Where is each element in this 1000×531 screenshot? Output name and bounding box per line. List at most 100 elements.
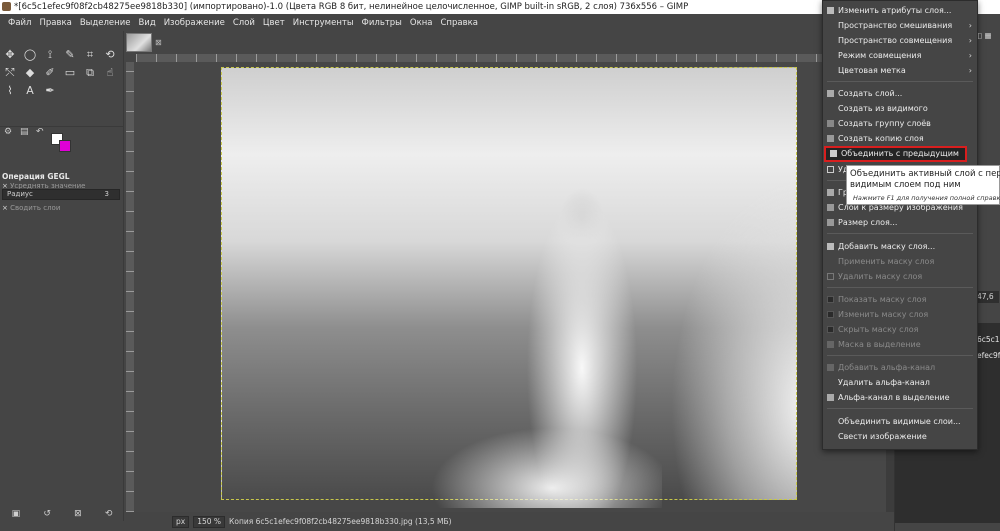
- gimp-app-icon: [2, 2, 11, 11]
- menu-item-add-layer-mask[interactable]: Добавить маску слоя...: [823, 239, 977, 254]
- menu-item-edit-layer-attributes[interactable]: Изменить атрибуты слоя...: [823, 3, 977, 18]
- menu-item-flatten-image[interactable]: Свести изображение: [823, 429, 977, 444]
- sample-merged-option[interactable]: × Сводить слои: [2, 204, 60, 212]
- menu-item-duplicate-layer[interactable]: Создать копию слоя: [823, 131, 977, 146]
- layer-name-2[interactable]: efec9f0: [977, 351, 1000, 360]
- unified-transform-icon[interactable]: ⟲: [102, 47, 118, 63]
- sample-merged-checkbox-icon[interactable]: ×: [2, 204, 8, 212]
- merge-down-icon: [830, 150, 837, 157]
- clone-icon[interactable]: ⧉: [82, 65, 98, 81]
- menu-item-edit-layer-mask[interactable]: Изменить маску слоя: [823, 307, 977, 322]
- undo-history-tab-icon[interactable]: ↶: [36, 127, 44, 137]
- menu-image[interactable]: Изображение: [160, 18, 229, 28]
- delete-mask-icon: [827, 273, 834, 280]
- restore-options-icon[interactable]: ↺: [43, 509, 51, 519]
- sample-merged-label: Сводить слои: [10, 204, 61, 212]
- menu-item-delete-layer-mask[interactable]: Удалить маску слоя: [823, 269, 977, 284]
- eraser-icon[interactable]: ▭: [62, 65, 78, 81]
- tooltip-line-2: видимым слоем под ним: [850, 180, 961, 190]
- menu-item-apply-layer-mask[interactable]: Применить маску слоя: [823, 254, 977, 269]
- menu-item-remove-alpha-channel[interactable]: Удалить альфа-канал: [823, 375, 977, 390]
- reset-options-icon[interactable]: ⟲: [105, 509, 113, 519]
- submenu-arrow-icon: ›: [968, 66, 972, 75]
- menu-item-mask-to-selection[interactable]: Маска в выделение: [823, 337, 977, 352]
- menu-separator: [827, 287, 973, 288]
- duplicate-layer-icon: [827, 135, 834, 142]
- bride-figure: [432, 168, 662, 508]
- menu-item-scale-layer[interactable]: Размер слоя...: [823, 215, 977, 230]
- paths-icon[interactable]: ⌇: [2, 83, 18, 99]
- menu-item-blend-space[interactable]: Пространство смешивания ›: [823, 18, 977, 33]
- window-title: *[6c5c1efec9f08f2cb48275ee9818b330] (имп…: [14, 2, 689, 12]
- menu-item-new-from-visible[interactable]: Создать из видимого: [823, 101, 977, 116]
- vertical-ruler[interactable]: [126, 62, 134, 512]
- menu-item-new-layer-group[interactable]: Создать группу слоёв: [823, 116, 977, 131]
- save-options-icon[interactable]: ▣: [12, 509, 21, 519]
- radius-value[interactable]: 3: [105, 190, 109, 199]
- horizontal-ruler[interactable]: [136, 54, 886, 62]
- image-tab-thumbnail[interactable]: [126, 33, 152, 52]
- layer-size-icon: [827, 219, 834, 226]
- menu-layer[interactable]: Слой: [229, 18, 259, 28]
- fuzzy-select-icon[interactable]: ✎: [62, 47, 78, 63]
- toolbox-panel: ✥ ◯ ⟟ ✎ ⌗ ⟲ ⤲ ◆ ✐ ▭ ⧉ ☝ ⌇ A ✒ ⚙ ▤ ↶ Опер…: [0, 31, 124, 521]
- menu-item-add-alpha-channel[interactable]: Добавить альфа-канал: [823, 360, 977, 375]
- menu-item-composite-mode[interactable]: Режим совмещения ›: [823, 48, 977, 63]
- menu-item-show-layer-mask[interactable]: Показать маску слоя: [823, 292, 977, 307]
- crop-icon[interactable]: ⌗: [82, 47, 98, 63]
- menu-edit[interactable]: Правка: [35, 18, 75, 28]
- menu-separator: [827, 81, 973, 82]
- add-alpha-icon: [827, 364, 834, 371]
- move-tool-icon[interactable]: ✥: [2, 47, 18, 63]
- file-info-text: Копия 6c5c1efec9f08f2cb48275ee9818b330.j…: [229, 517, 452, 526]
- menu-select[interactable]: Выделение: [76, 18, 135, 28]
- menu-item-alpha-to-selection[interactable]: Альфа-канал в выделение: [823, 390, 977, 405]
- smudge-icon[interactable]: ☝: [102, 65, 118, 81]
- image-canvas[interactable]: [221, 67, 797, 508]
- menu-file[interactable]: Файл: [4, 18, 35, 28]
- warp-transform-icon[interactable]: ⤲: [2, 65, 18, 81]
- menu-item-merge-down[interactable]: Объединить с предыдущим: [824, 146, 967, 162]
- checkbox-icon: [827, 296, 834, 303]
- opacity-field[interactable]: 47,6: [975, 291, 999, 303]
- ellipse-select-icon[interactable]: ◯: [22, 47, 38, 63]
- tool-options-tab-icon[interactable]: ⚙: [4, 127, 12, 137]
- delete-options-icon[interactable]: ⊠: [74, 509, 82, 519]
- alpha-to-selection-icon: [827, 394, 834, 401]
- layer-to-image-size-icon: [827, 204, 834, 211]
- menu-separator: [827, 408, 973, 409]
- menu-item-color-tag[interactable]: Цветовая метка ›: [823, 63, 977, 78]
- unit-select[interactable]: px: [172, 515, 190, 528]
- color-picker-icon[interactable]: ✒: [42, 83, 58, 99]
- layer-group-icon: [827, 120, 834, 127]
- statusbar: px 150 % Копия 6c5c1efec9f08f2cb48275ee9…: [124, 512, 894, 531]
- device-status-tab-icon[interactable]: ▤: [20, 127, 29, 137]
- radius-spinbox[interactable]: Радиус 3: [2, 189, 120, 200]
- bucket-fill-icon[interactable]: ◆: [22, 65, 38, 81]
- menu-item-composite-space[interactable]: Пространство совмещения ›: [823, 33, 977, 48]
- background-color-swatch[interactable]: [59, 140, 71, 152]
- menu-help[interactable]: Справка: [436, 18, 481, 28]
- menu-item-new-layer[interactable]: Создать слой...: [823, 86, 977, 101]
- menu-separator: [827, 233, 973, 234]
- checkbox-icon: [827, 326, 834, 333]
- lasso-icon[interactable]: ⟟: [42, 47, 58, 63]
- menu-item-merge-visible-layers[interactable]: Объединить видимые слои...: [823, 414, 977, 429]
- paintbrush-icon[interactable]: ✐: [42, 65, 58, 81]
- layer-boundary-icon: [827, 189, 834, 196]
- zoom-select[interactable]: 150 %: [193, 515, 226, 528]
- tool-options-tabs: ⚙ ▤ ↶: [0, 126, 124, 138]
- menu-tools[interactable]: Инструменты: [289, 18, 358, 28]
- menu-filters[interactable]: Фильтры: [358, 18, 406, 28]
- menu-separator: [827, 355, 973, 356]
- menu-windows[interactable]: Окна: [406, 18, 437, 28]
- radius-label: Радиус: [7, 190, 33, 198]
- layer-name-1[interactable]: 6c5c1: [977, 335, 1000, 344]
- tooltip-line-1: Объединить активный слой с первым: [850, 169, 1000, 179]
- menu-view[interactable]: Вид: [134, 18, 159, 28]
- text-tool-icon[interactable]: A: [22, 83, 38, 99]
- menu-item-disable-layer-mask[interactable]: Скрыть маску слоя: [823, 322, 977, 337]
- menu-colors[interactable]: Цвет: [259, 18, 289, 28]
- submenu-arrow-icon: ›: [968, 51, 972, 60]
- image-tab-close-icon[interactable]: ⊠: [155, 38, 162, 47]
